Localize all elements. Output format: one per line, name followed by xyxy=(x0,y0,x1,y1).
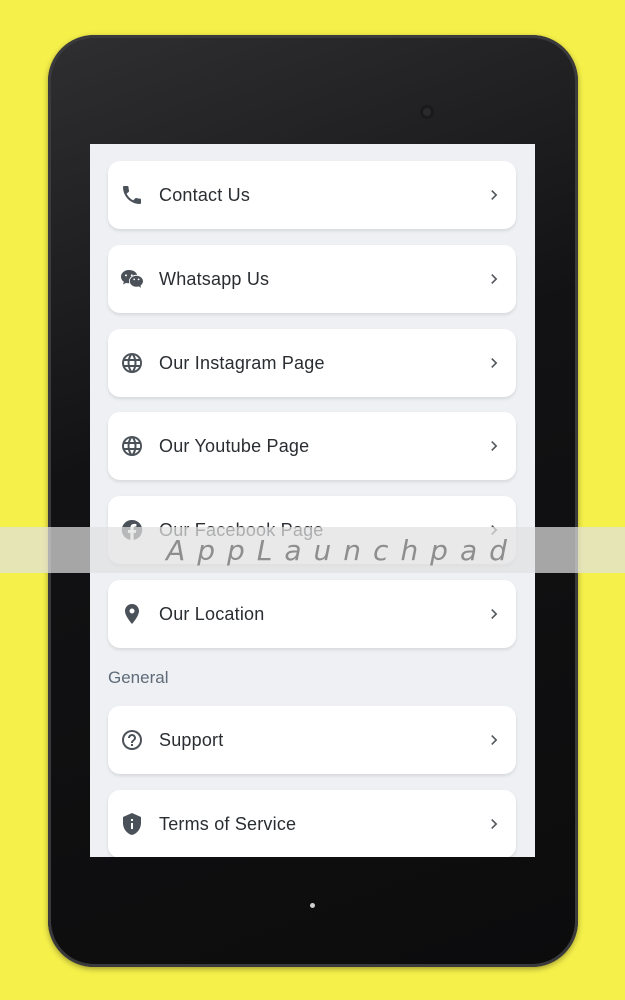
globe-icon xyxy=(118,349,146,377)
phone-icon xyxy=(118,181,146,209)
youtube-page-item[interactable]: Our Youtube Page xyxy=(108,412,516,480)
chevron-right-icon xyxy=(484,185,504,205)
our-location-label: Our Location xyxy=(159,603,265,624)
chevron-right-icon xyxy=(484,730,504,750)
watermark-banner: AppLaunchpad xyxy=(0,527,625,573)
terms-of-service-label: Terms of Service xyxy=(159,813,297,834)
chevron-right-icon xyxy=(484,269,504,289)
chevron-right-icon xyxy=(484,814,504,834)
chat-icon xyxy=(118,265,146,293)
youtube-page-label: Our Youtube Page xyxy=(159,435,310,456)
chevron-right-icon xyxy=(484,436,504,456)
app-screen: Contact Us Whatsapp Us Our Instagram Pag… xyxy=(90,144,535,857)
shield-info-icon xyxy=(118,810,146,838)
whatsapp-us-label: Whatsapp Us xyxy=(159,268,270,289)
contact-us-item[interactable]: Contact Us xyxy=(108,161,516,229)
home-indicator xyxy=(310,903,315,908)
support-item[interactable]: Support xyxy=(108,706,516,774)
camera-icon xyxy=(420,105,434,119)
help-circle-icon xyxy=(118,726,146,754)
instagram-page-item[interactable]: Our Instagram Page xyxy=(108,329,516,397)
globe-icon xyxy=(118,432,146,460)
chevron-right-icon xyxy=(484,604,504,624)
contact-us-label: Contact Us xyxy=(159,184,251,205)
support-label: Support xyxy=(159,729,224,750)
terms-of-service-item[interactable]: Terms of Service xyxy=(108,790,516,857)
watermark-text: AppLaunchpad xyxy=(166,533,519,567)
general-section-title: General xyxy=(108,668,169,687)
our-location-item[interactable]: Our Location xyxy=(108,580,516,648)
location-pin-icon xyxy=(118,600,146,628)
instagram-page-label: Our Instagram Page xyxy=(159,352,325,373)
whatsapp-us-item[interactable]: Whatsapp Us xyxy=(108,245,516,313)
chevron-right-icon xyxy=(484,353,504,373)
